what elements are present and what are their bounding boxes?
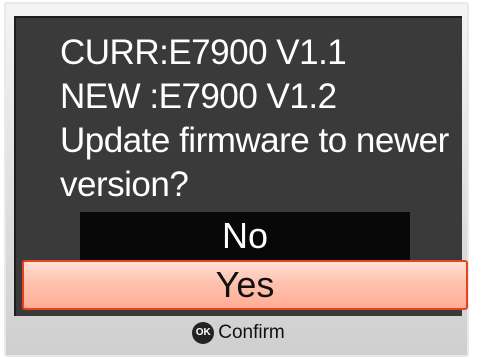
update-question-line-2: version? [60,165,189,204]
option-no[interactable]: No [80,212,410,260]
new-version-text: NEW :E7900 V1.2 [60,77,337,116]
update-question-line-1: Update firmware to newer [60,121,449,160]
option-yes[interactable]: Yes [22,260,468,310]
ok-button-icon: OK [192,322,215,344]
confirm-label: Confirm [218,322,285,343]
footer-hint: OK Confirm [0,318,477,348]
current-version-text: CURR:E7900 V1.1 [60,33,347,72]
